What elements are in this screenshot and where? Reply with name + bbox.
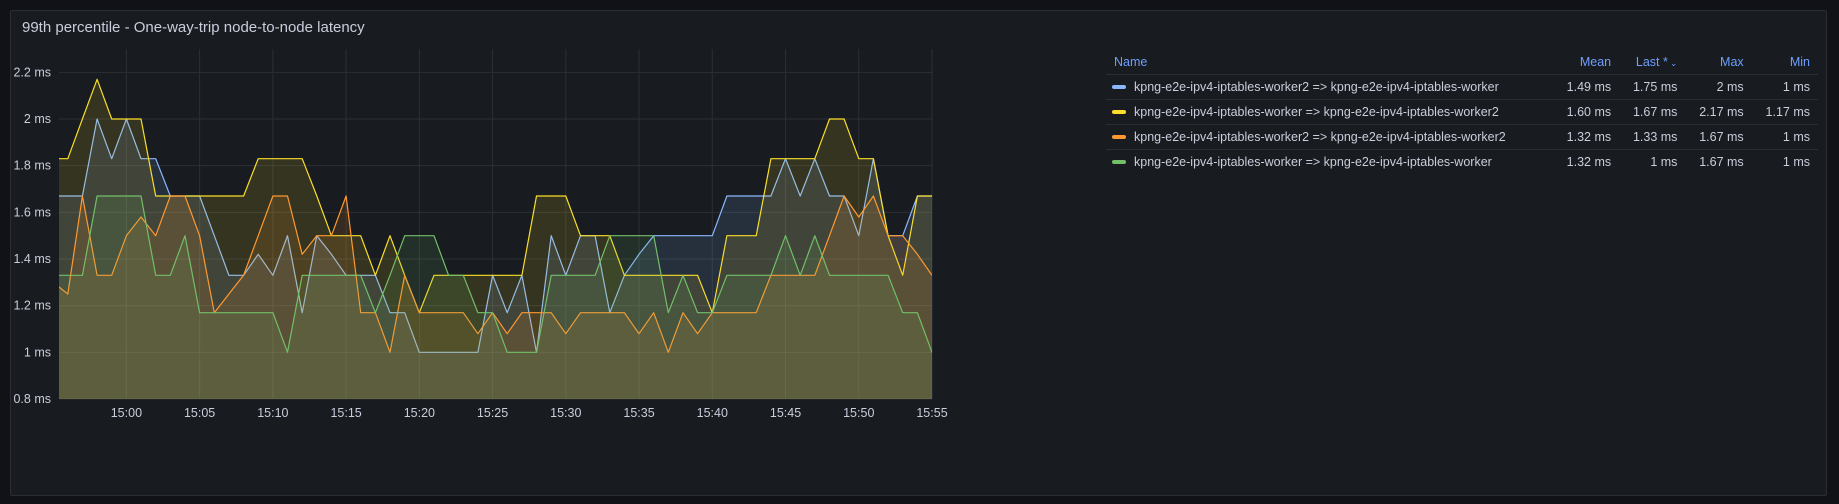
x-tick-label: 15:25 [477,406,508,420]
series-group [59,78,932,399]
latency-chart[interactable]: 0.8 ms 1 ms 1.2 ms 1.4 ms 1.6 ms 1.8 ms 2 ms 2.… [11,11,1106,497]
legend-row[interactable]: kpng-e2e-ipv4-iptables-worker => kpng-e2… [1106,149,1818,174]
legend-series-name[interactable]: kpng-e2e-ipv4-iptables-worker => kpng-e2… [1106,99,1553,125]
series-color-swatch[interactable] [1112,84,1126,89]
legend-min-value: 1 ms [1751,124,1818,150]
legend-last-value: 1.75 ms [1619,74,1686,100]
y-tick-label: 1.8 ms [13,159,51,173]
y-tick-label: 1.2 ms [13,299,51,313]
legend-header-mean[interactable]: Mean [1553,51,1619,75]
x-tick-label: 15:05 [184,406,215,420]
x-tick-label: 15:35 [623,406,654,420]
x-tick-label: 15:15 [330,406,361,420]
x-tick-label: 15:55 [916,406,947,420]
legend-header-last[interactable]: Last * ⌄ [1619,51,1685,75]
legend-max-value: 1.67 ms [1685,124,1752,150]
legend-mean-value: 1.32 ms [1552,124,1620,150]
legend-row[interactable]: kpng-e2e-ipv4-iptables-worker => kpng-e2… [1106,99,1818,125]
legend-max-value: 2 ms [1685,74,1752,100]
legend-max-value: 2.17 ms [1685,99,1752,125]
legend-series-label: kpng-e2e-ipv4-iptables-worker => kpng-e2… [1134,105,1499,119]
series-color-swatch[interactable] [1112,159,1126,164]
chart-panel: 99th percentile - One-way-trip node-to-n… [10,10,1827,496]
legend-header-min[interactable]: Min [1752,51,1818,75]
y-tick-label: 1.6 ms [13,205,51,219]
x-tick-label: 15:00 [111,406,142,420]
legend-series-label: kpng-e2e-ipv4-iptables-worker2 => kpng-e… [1134,80,1499,94]
legend-mean-value: 1.32 ms [1552,149,1620,174]
series-color-swatch[interactable] [1112,109,1126,114]
legend-series-name[interactable]: kpng-e2e-ipv4-iptables-worker => kpng-e2… [1106,149,1553,174]
y-tick-label: 2.2 ms [13,65,51,79]
chevron-down-icon: ⌄ [1669,58,1678,68]
legend-series-label: kpng-e2e-ipv4-iptables-worker => kpng-e2… [1134,155,1492,169]
legend-min-value: 1.17 ms [1751,99,1818,125]
y-tick-label: 0.8 ms [13,392,51,406]
legend-last-value: 1 ms [1619,149,1686,174]
legend-last-value: 1.33 ms [1619,124,1686,150]
legend-max-value: 1.67 ms [1685,149,1752,174]
legend-header-max[interactable]: Max [1685,51,1751,75]
series-color-swatch[interactable] [1112,134,1126,139]
legend-series-name[interactable]: kpng-e2e-ipv4-iptables-worker2 => kpng-e… [1106,74,1553,100]
legend-header-name[interactable]: Name [1106,51,1553,75]
legend-mean-value: 1.60 ms [1552,99,1620,125]
x-tick-label: 15:40 [697,406,728,420]
x-tick-label: 15:10 [257,406,288,420]
legend-table: Name Mean Last * ⌄ Max Min kpng-e2e-ipv4-… [1106,51,1818,174]
y-tick-label: 1 ms [24,345,51,359]
legend-min-value: 1 ms [1751,149,1818,174]
legend-last-value: 1.67 ms [1619,99,1686,125]
x-tick-label: 15:50 [843,406,874,420]
legend-series-name[interactable]: kpng-e2e-ipv4-iptables-worker2 => kpng-e… [1106,124,1553,150]
legend-series-label: kpng-e2e-ipv4-iptables-worker2 => kpng-e… [1134,130,1506,144]
x-tick-label: 15:30 [550,406,581,420]
x-tick-label: 15:45 [770,406,801,420]
y-tick-label: 2 ms [24,112,51,126]
legend-mean-value: 1.49 ms [1552,74,1620,100]
legend-row[interactable]: kpng-e2e-ipv4-iptables-worker2 => kpng-e… [1106,124,1818,150]
legend-row[interactable]: kpng-e2e-ipv4-iptables-worker2 => kpng-e… [1106,74,1818,100]
y-tick-label: 1.4 ms [13,252,51,266]
x-tick-label: 15:20 [404,406,435,420]
legend-min-value: 1 ms [1751,74,1818,100]
